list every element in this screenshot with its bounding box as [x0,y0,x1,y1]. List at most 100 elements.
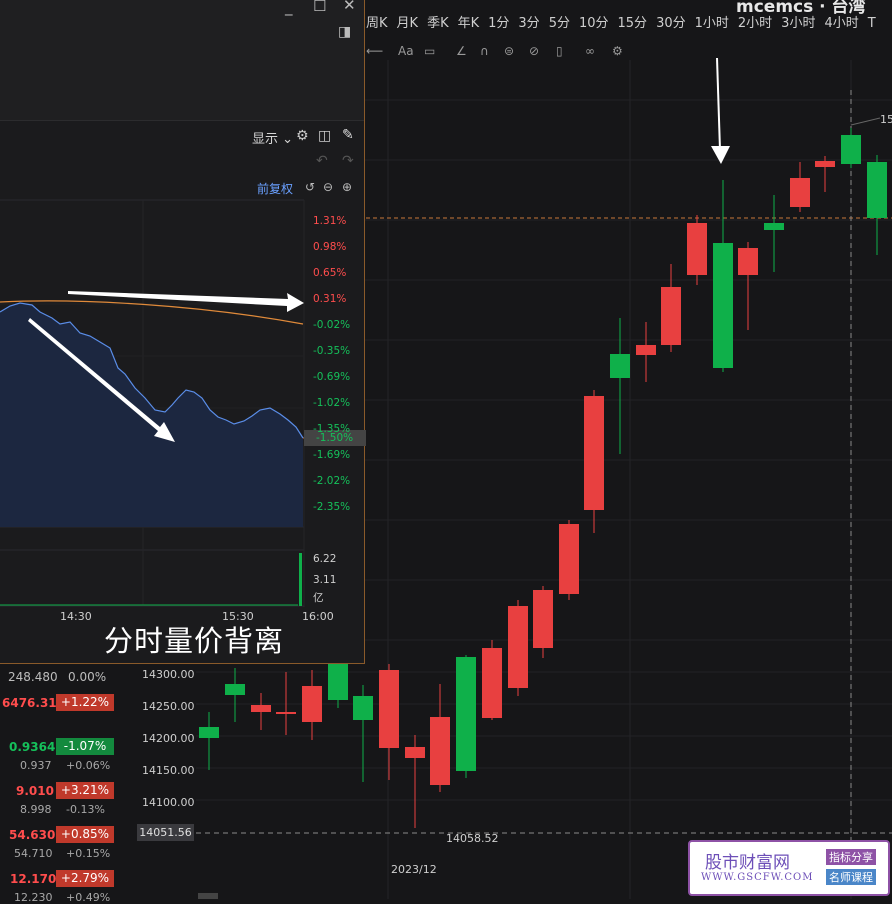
candle-body [661,287,681,345]
candle-body [815,161,835,167]
intraday-window[interactable]: _ ☐ ✕ ◨ 显示 ⌄ ⚙ ◫ ✎ ↶ ↷ 前复权 ↺ ⊖ ⊕ 1.31% 0.… [0,0,366,664]
candle-body [379,670,399,748]
candle-body [790,178,810,207]
period-tab[interactable]: 1分 [488,12,509,31]
wl-change-badge: -1.07% [56,738,114,755]
pct-label: -0.02% [313,319,351,331]
volume-label: 3.11 [313,574,337,586]
sync-icon[interactable]: ⊜ [504,44,514,58]
candle-body [533,590,553,648]
watermark: 股市财富网 WWW.GSCFW.COM 指标分享 名师课程 [688,840,890,896]
candle-body [251,705,271,712]
comment-icon[interactable]: ▭ [424,44,435,58]
candle-body [867,162,887,218]
settings-icon[interactable]: ⚙ [612,44,623,58]
period-tab[interactable]: 10分 [579,12,609,31]
pct-label: -0.35% [313,345,351,357]
period-tab[interactable]: 1小时 [695,12,729,31]
period-tab[interactable]: 季K [427,12,449,31]
wl-change: 0.00% [68,670,107,684]
y-label: 14250.00 [142,700,195,713]
candle-body [738,248,758,275]
price-area [0,303,303,527]
period-tab[interactable]: 4小时 [824,12,858,31]
time-label: 16:00 [302,610,334,623]
period-tab[interactable]: 2小时 [738,12,772,31]
period-tab[interactable]: 周K [366,12,388,31]
watermark-url: WWW.GSCFW.COM [701,872,814,883]
wl-price[interactable]: 54.630 [9,828,55,842]
volume-bar [299,553,302,606]
wl-subchange: -0.13% [66,803,105,816]
volume-unit: 亿 [313,592,324,604]
link-icon[interactable]: ∞ [585,44,595,58]
candle-body [405,747,425,758]
period-tab[interactable]: 月K [397,12,419,31]
time-label: 14:30 [60,610,92,623]
line-tool-icon[interactable]: ∠ [456,44,467,58]
period-tab[interactable]: 3小时 [781,12,815,31]
candle-body [225,684,245,695]
wl-subprice: 0.937 [20,759,52,772]
candle-body [508,606,528,688]
wl-subprice: 12.230 [14,891,53,904]
pct-label: -1.50% [316,432,354,444]
wl-subchange: +0.06% [66,759,111,772]
pct-label: 0.31% [313,293,347,305]
wl-price[interactable]: 6476.31 [2,696,57,710]
candle-body [430,717,450,785]
candle-body [764,223,784,230]
wl-price: 248.480 [8,670,58,684]
watermark-title: 股市财富网 [705,853,790,873]
pct-label: 1.31% [313,215,347,227]
candle-body [584,396,604,510]
wl-change-badge: +1.22% [56,694,114,711]
candle-body [841,135,861,164]
wl-subprice: 54.710 [14,847,53,860]
candle-body [276,712,296,714]
wl-subprice: 8.998 [20,803,52,816]
pct-label: -0.69% [313,371,351,383]
candle-body [636,345,656,355]
trash-icon[interactable]: ▯ [556,44,563,58]
wl-change-badge: +2.79% [56,870,114,887]
period-tab[interactable]: 年K [458,12,480,31]
candle-body [302,686,322,722]
pct-label: 0.98% [313,241,347,253]
candle-body [199,727,219,738]
y-label: 14200.00 [142,732,195,745]
magnet-icon[interactable]: ∩ [480,44,489,58]
period-tab[interactable]: T [868,16,876,31]
axis-pointer [850,117,881,126]
period-tab[interactable]: 30分 [656,12,686,31]
period-tab[interactable]: 3分 [518,12,539,31]
watermark-tag: 名师课程 [826,869,876,885]
y-label: 14150.00 [142,764,195,777]
text-tool-icon[interactable]: Aa [398,44,414,58]
period-tab[interactable]: 15分 [618,12,648,31]
period-tabs: 周K 月K 季K 年K 1分 3分 5分 10分 15分 30分 1小时 2小时 3小时 4小时 T [366,12,885,42]
pct-label: -1.69% [313,449,351,461]
hide-icon[interactable]: ⊘ [529,44,539,58]
pct-label: -2.35% [313,501,351,513]
wl-subchange: +0.15% [66,847,111,860]
pct-label: 0.65% [313,267,347,279]
candle-body [328,664,348,700]
pct-label: -1.02% [313,397,351,409]
arrow-left-icon[interactable]: ⟵ [366,44,383,58]
period-tab[interactable]: 5分 [549,12,570,31]
watermark-tag: 指标分享 [826,849,876,865]
intraday-chart[interactable] [0,0,364,663]
annotation-arrow [68,291,304,312]
wl-change-badge: +0.85% [56,826,114,843]
current-price-tag: 14051.56 [137,824,194,841]
y-label: 14100.00 [142,796,195,809]
wl-price[interactable]: 0.9364 [9,740,55,754]
wl-price[interactable]: 12.170 [10,872,56,886]
date-label: 2023/12 [391,863,437,876]
pct-label: -2.02% [313,475,351,487]
wl-price[interactable]: 9.010 [16,784,54,798]
y-label: 14300.00 [142,668,195,681]
annotation-arrowhead [711,146,730,164]
scrollbar-thumb [198,893,218,899]
